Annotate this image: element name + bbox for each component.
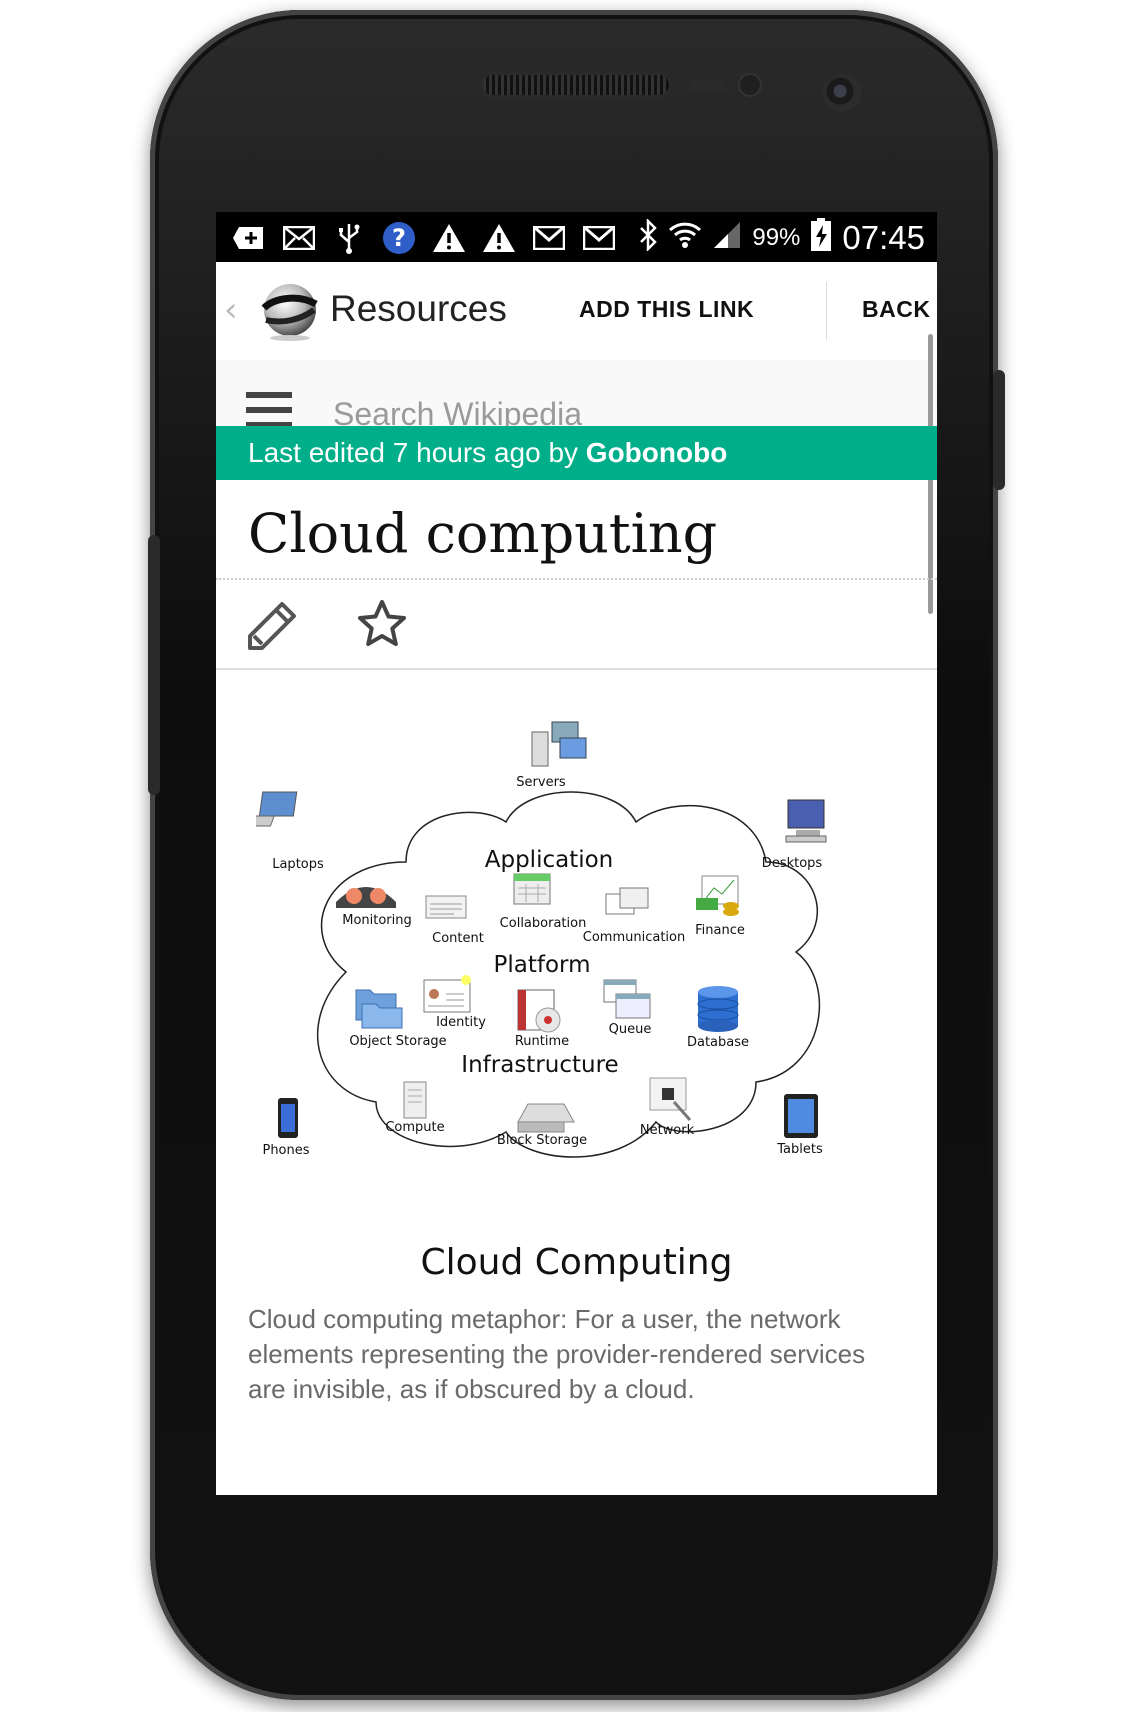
gmail-icon — [580, 221, 618, 255]
platform-label: Platform — [493, 952, 591, 978]
action-divider — [826, 282, 827, 340]
identity-icon — [423, 975, 471, 1013]
screen: ? 99% 07:45 ‹ Resources ADD THIS LINK BA… — [216, 212, 937, 1495]
page-title: Cloud computing — [248, 502, 718, 565]
edit-pencil-icon[interactable] — [246, 600, 298, 652]
battery-percent: 99% — [752, 223, 801, 251]
queue-icon — [603, 979, 651, 1019]
front-camera — [823, 74, 861, 112]
monitoring-icon — [336, 887, 396, 908]
application-label: Application — [484, 847, 614, 873]
mail-icon — [280, 221, 318, 255]
warning-icon — [480, 221, 518, 255]
usb-icon — [330, 221, 368, 255]
add-icon — [230, 221, 268, 255]
phones-label: Phones — [262, 1143, 310, 1158]
laptops-icon — [256, 791, 298, 827]
phones-icon — [278, 1098, 298, 1138]
laptops-label: Laptops — [272, 857, 324, 872]
bluetooth-icon — [638, 217, 658, 256]
watch-star-icon[interactable] — [356, 598, 408, 650]
object-storage-label: Object Storage — [349, 1034, 447, 1049]
proximity-sensor — [690, 79, 724, 93]
figure-caption: Cloud computing metaphor: For a user, th… — [248, 1304, 866, 1404]
help-icon: ? — [380, 221, 418, 255]
object-storage-icon — [355, 989, 403, 1029]
earpiece-speaker — [483, 75, 669, 95]
add-this-link-button[interactable]: ADD THIS LINK — [579, 296, 754, 323]
communication-label: Communication — [582, 930, 686, 945]
content-label: Content — [432, 931, 484, 946]
communication-icon — [605, 887, 649, 915]
battery-charging-icon — [810, 218, 832, 257]
database-label: Database — [686, 1035, 750, 1050]
block-storage-label: Block Storage — [496, 1133, 588, 1148]
servers-label: Servers — [516, 775, 566, 790]
runtime-label: Runtime — [514, 1034, 570, 1049]
last-edited-banner[interactable]: Last edited 7 hours ago by Gobonobo — [216, 426, 937, 480]
volume-button — [148, 535, 160, 795]
power-button — [993, 370, 1005, 490]
infrastructure-label: Infrastructure — [461, 1052, 619, 1078]
queue-label: Queue — [608, 1022, 652, 1037]
database-icon — [697, 986, 739, 1032]
network-label: Network — [639, 1123, 695, 1138]
status-bar: ? 99% 07:45 — [216, 212, 937, 262]
content-icon — [425, 895, 467, 919]
identity-label: Identity — [436, 1015, 486, 1030]
up-chevron-icon[interactable]: ‹ — [224, 290, 238, 330]
tablets-label: Tablets — [777, 1142, 823, 1157]
desktops-label: Desktops — [761, 856, 823, 871]
desktops-icon — [785, 799, 827, 843]
compute-icon — [403, 1081, 427, 1119]
app-title: Resources — [330, 288, 507, 329]
collaboration-label: Collaboration — [499, 916, 587, 931]
clock: 07:45 — [842, 218, 925, 256]
last-edited-text: Last edited 7 hours ago by — [248, 437, 586, 468]
gmail-icon — [530, 221, 568, 255]
tablets-icon — [784, 1094, 818, 1138]
finance-icon — [696, 875, 739, 916]
warning-icon — [430, 221, 468, 255]
network-icon — [649, 1077, 692, 1121]
app-bar: ‹ Resources ADD THIS LINK BACK — [216, 262, 937, 360]
last-edited-user[interactable]: Gobonobo — [586, 437, 728, 468]
collaboration-icon — [513, 873, 551, 905]
cloud-computing-diagram[interactable]: Application Platform Infrastructure Serv… — [256, 712, 896, 1242]
block-storage-icon — [517, 1103, 575, 1133]
monitoring-label: Monitoring — [342, 913, 412, 928]
servers-icon — [531, 721, 587, 767]
page-actions — [216, 580, 937, 670]
compute-label: Compute — [385, 1120, 445, 1135]
signal-icon — [712, 220, 742, 255]
wifi-icon — [668, 220, 702, 255]
back-button[interactable]: BACK — [862, 296, 930, 323]
finance-label: Finance — [695, 923, 745, 938]
figure-title: Cloud Computing — [420, 1242, 733, 1283]
light-sensor — [740, 75, 760, 95]
app-logo[interactable] — [258, 278, 322, 342]
runtime-icon — [517, 989, 561, 1033]
